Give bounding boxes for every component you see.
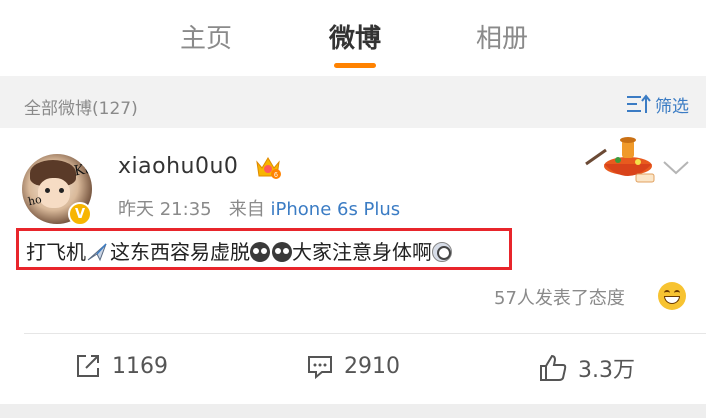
chevron-down-icon[interactable] [662,160,690,176]
source-prefix: 来自 [228,199,265,220]
hotpot-sticker-icon [585,137,655,183]
verified-badge-icon: V [68,202,92,226]
tab-home[interactable]: 主页 [180,18,232,55]
feed-separator [0,404,706,418]
username[interactable]: xiaohu0u0 [118,154,238,179]
repost-button[interactable]: 1169 [74,352,168,380]
post-actions: 1169 2910 3.3万 [0,334,706,404]
post-text-part-3: 大家注意身体啊 [292,240,432,264]
post-meta: 昨天 21:35 来自 iPhone 6s Plus [118,195,400,221]
active-tab-indicator [334,63,376,68]
svg-text:6: 6 [274,172,278,179]
post-time: 昨天 21:35 [118,199,212,220]
reactions-summary[interactable]: 57人发表了态度 [494,284,625,310]
smile-reaction-icon[interactable] [658,282,686,310]
tab-weibo[interactable]: 微博 [329,18,381,55]
filter-label: 筛选 [655,96,689,117]
post-text-part-2: 这东西容易虚脱 [110,240,250,264]
shocked-emoji-icon [432,242,452,262]
comment-count: 2910 [344,353,400,379]
post-source[interactable]: iPhone 6s Plus [271,199,401,220]
posts-filter-bar: 全部微博(127) 筛选 [0,78,706,128]
profile-tabs: 主页 微博 相册 [0,0,706,76]
airplane-emoji-icon [86,242,110,267]
filter-button[interactable]: 筛选 [626,92,689,117]
post-content: 打飞机 这东西容易虚脱 大家注意身体啊 [16,228,512,270]
tab-album[interactable]: 相册 [476,18,528,55]
all-posts-count: 全部微博(127) [24,99,138,119]
vip-crown-icon: 6 [256,157,281,179]
comment-icon [308,356,332,380]
like-button[interactable]: 3.3万 [538,352,635,384]
thumbs-up-icon [540,354,567,381]
repost-count: 1169 [112,353,168,379]
black-face-emoji-icon [250,242,270,262]
weibo-post-card: Ku ho V xiaohu0u0 6 昨天 21:35 来自 iPhone 6… [0,128,706,404]
repost-icon [77,355,99,377]
black-face-emoji-icon [272,242,292,262]
post-text-part-1: 打飞机 [26,240,86,264]
comment-button[interactable]: 2910 [306,352,400,380]
filter-icon [627,94,651,113]
like-count: 3.3万 [578,358,635,383]
